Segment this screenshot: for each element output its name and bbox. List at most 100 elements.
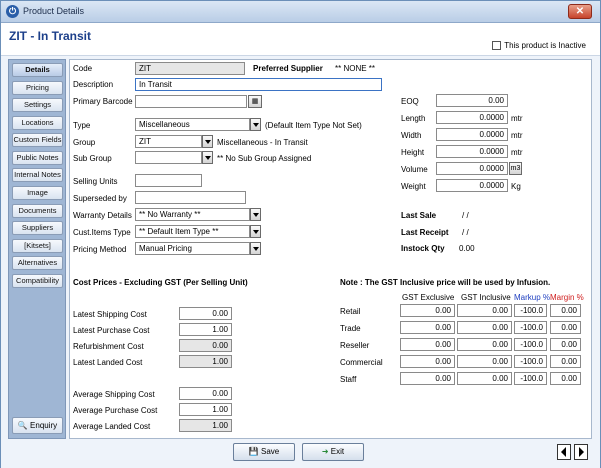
volume-calc-button[interactable]: m3	[509, 162, 522, 175]
cust-items-dropdown-icon[interactable]	[250, 225, 261, 238]
cust-items-select[interactable]: ** Default Item Type **	[135, 225, 250, 238]
sidebar-item-image[interactable]: Image	[12, 186, 63, 200]
cust-items-label: Cust.Items Type	[73, 228, 131, 237]
subgroup-dropdown-icon[interactable]	[202, 151, 213, 164]
reseller-excl-field[interactable]: 0.00	[400, 338, 455, 351]
type-dropdown-icon[interactable]	[250, 118, 261, 131]
warranty-select[interactable]: ** No Warranty **	[135, 208, 250, 221]
avg-landed-field[interactable]: 1.00	[179, 419, 232, 432]
superseded-label: Superseded by	[73, 194, 127, 203]
trade-excl-field[interactable]: 0.00	[400, 321, 455, 334]
retail-markup-field[interactable]: -100.0	[514, 304, 547, 317]
trade-markup-field[interactable]: -100.0	[514, 321, 547, 334]
header: ZIT - In Transit This product is Inactiv…	[1, 23, 600, 56]
preferred-supplier-label: Preferred Supplier	[253, 64, 323, 73]
exit-button[interactable]: ➜ Exit	[302, 443, 364, 461]
weight-unit: Kg	[511, 182, 521, 191]
reseller-incl-field[interactable]: 0.00	[457, 338, 512, 351]
sidebar-item-custom-fields[interactable]: Custom Fields	[12, 133, 63, 147]
retail-margin-field[interactable]: 0.00	[550, 304, 581, 317]
width-field[interactable]: 0.0000	[436, 128, 508, 141]
eoq-field[interactable]: 0.00	[436, 94, 508, 107]
close-button[interactable]: ✕	[568, 4, 592, 19]
retail-incl-field[interactable]: 0.00	[457, 304, 512, 317]
avg-shipping-label: Average Shipping Cost	[73, 390, 155, 399]
staff-excl-field[interactable]: 0.00	[400, 372, 455, 385]
window-title: Product Details	[23, 6, 85, 16]
refurb-field[interactable]: 0.00	[179, 339, 232, 352]
pricing-method-select[interactable]: Manual Pricing	[135, 242, 250, 255]
power-icon: ⏻	[6, 5, 19, 18]
staff-incl-field[interactable]: 0.00	[457, 372, 512, 385]
width-unit: mtr	[511, 131, 523, 140]
description-field[interactable]: In Transit	[135, 78, 382, 91]
sidebar-item-locations[interactable]: Locations	[12, 116, 63, 130]
staff-margin-field[interactable]: 0.00	[550, 372, 581, 385]
barcode-picker-icon[interactable]: ▦	[248, 95, 262, 108]
sidebar-item-documents[interactable]: Documents	[12, 204, 63, 218]
sidebar-item-details[interactable]: Details	[12, 63, 63, 77]
length-label: Length	[401, 114, 426, 123]
volume-field[interactable]: 0.0000	[436, 162, 508, 175]
weight-field[interactable]: 0.0000	[436, 179, 508, 192]
warranty-dropdown-icon[interactable]	[250, 208, 261, 221]
sidebar-item-internal-notes[interactable]: Internal Notes	[12, 168, 63, 182]
height-field[interactable]: 0.0000	[436, 145, 508, 158]
commercial-margin-field[interactable]: 0.00	[550, 355, 581, 368]
commercial-excl-field[interactable]: 0.00	[400, 355, 455, 368]
latest-landed-field[interactable]: 1.00	[179, 355, 232, 368]
type-select[interactable]: Miscellaneous	[135, 118, 250, 131]
selling-units-label: Selling Units	[73, 177, 118, 186]
pricing-method-dropdown-icon[interactable]	[250, 242, 261, 255]
trade-incl-field[interactable]: 0.00	[457, 321, 512, 334]
superseded-field[interactable]	[135, 191, 246, 204]
gst-note: Note : The GST Inclusive price will be u…	[340, 278, 551, 287]
trade-margin-field[interactable]: 0.00	[550, 321, 581, 334]
group-dropdown-icon[interactable]	[202, 135, 213, 148]
inactive-toggle[interactable]: This product is Inactive	[492, 41, 586, 50]
subgroup-select[interactable]	[135, 151, 202, 164]
previous-record-button[interactable]	[557, 444, 571, 460]
staff-markup-field[interactable]: -100.0	[514, 372, 547, 385]
latest-purchase-label: Latest Purchase Cost	[73, 326, 150, 335]
latest-shipping-field[interactable]: 0.00	[179, 307, 232, 320]
sidebar-item-pricing[interactable]: Pricing	[12, 81, 63, 95]
avg-shipping-field[interactable]: 0.00	[179, 387, 232, 400]
title-bar[interactable]: ⏻ Product Details ✕	[1, 1, 600, 23]
avg-purchase-field[interactable]: 1.00	[179, 403, 232, 416]
sidebar: Details Pricing Settings Locations Custo…	[8, 59, 66, 439]
col-margin: Margin %	[550, 293, 584, 302]
latest-purchase-field[interactable]: 1.00	[179, 323, 232, 336]
reseller-margin-field[interactable]: 0.00	[550, 338, 581, 351]
volume-label: Volume	[401, 165, 428, 174]
reseller-markup-field[interactable]: -100.0	[514, 338, 547, 351]
enquiry-button[interactable]: 🔍 Enquiry	[12, 417, 63, 434]
commercial-incl-field[interactable]: 0.00	[457, 355, 512, 368]
sidebar-item-public-notes[interactable]: Public Notes	[12, 151, 63, 165]
exit-icon: ➜	[321, 447, 329, 456]
subgroup-label: Sub Group	[73, 154, 112, 163]
group-select[interactable]: ZIT	[135, 135, 202, 148]
next-record-button[interactable]	[574, 444, 588, 460]
last-sale-label: Last Sale	[401, 211, 437, 220]
inactive-label: This product is Inactive	[504, 41, 586, 50]
type-label: Type	[73, 121, 91, 130]
sidebar-item-alternatives[interactable]: Alternatives	[12, 256, 63, 270]
inactive-checkbox[interactable]	[492, 41, 502, 50]
barcode-field[interactable]	[135, 95, 247, 108]
save-button[interactable]: 💾 Save	[233, 443, 295, 461]
sidebar-item-settings[interactable]: Settings	[12, 98, 63, 112]
retail-excl-field[interactable]: 0.00	[400, 304, 455, 317]
instock-label: Instock Qty	[401, 244, 445, 253]
length-field[interactable]: 0.0000	[436, 111, 508, 124]
length-unit: mtr	[511, 114, 523, 123]
sidebar-item-kitsets[interactable]: [Kitsets]	[12, 239, 63, 253]
commercial-markup-field[interactable]: -100.0	[514, 355, 547, 368]
height-label: Height	[401, 148, 425, 157]
sidebar-item-suppliers[interactable]: Suppliers	[12, 221, 63, 235]
group-label: Group	[73, 138, 96, 147]
code-field[interactable]: ZIT	[135, 62, 245, 75]
selling-units-field[interactable]	[135, 174, 202, 187]
price-row-label: Staff	[340, 375, 357, 384]
sidebar-item-compatibility[interactable]: Compatibility	[12, 274, 63, 288]
